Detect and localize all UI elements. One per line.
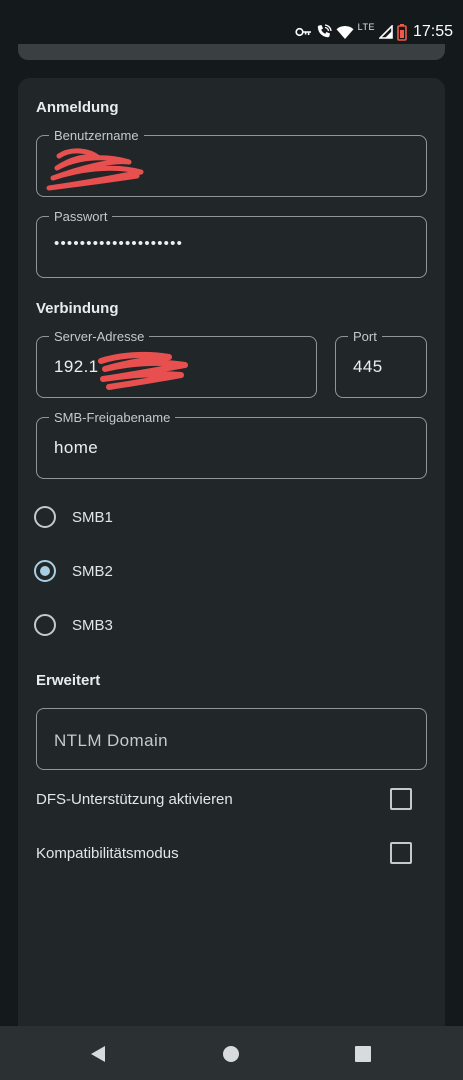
section-title-connection: Verbindung	[36, 300, 119, 317]
back-icon[interactable]	[87, 1043, 109, 1065]
wifi-calling-icon	[316, 24, 332, 40]
password-field[interactable]: Passwort ••••••••••••••••••••	[36, 209, 427, 278]
ntlm-domain-field[interactable]: NTLM Domain	[36, 708, 427, 770]
password-value: ••••••••••••••••••••	[54, 235, 184, 252]
username-field[interactable]: Benutzername	[36, 128, 427, 197]
wifi-icon	[336, 25, 354, 40]
password-label: Passwort	[49, 209, 113, 224]
radio-label: SMB1	[72, 508, 113, 526]
radio-label: SMB3	[72, 616, 113, 634]
port-value: 445	[353, 357, 383, 376]
radio-label: SMB2	[72, 562, 113, 580]
clock: 17:55	[412, 23, 453, 40]
navigation-bar	[0, 1026, 463, 1080]
server-address-field[interactable]: Server-Adresse 192.1	[36, 329, 317, 398]
server-address-value: 192.1	[54, 357, 99, 376]
home-icon[interactable]	[220, 1043, 242, 1065]
battery-icon	[397, 23, 407, 41]
recents-icon[interactable]	[352, 1043, 374, 1065]
dfs-support-checkbox[interactable]	[390, 788, 412, 810]
key-icon	[295, 27, 312, 37]
compat-mode-label: Kompatibilitätsmodus	[36, 844, 179, 862]
port-field[interactable]: Port 445	[335, 329, 427, 398]
server-address-label: Server-Adresse	[49, 329, 150, 344]
dfs-support-row[interactable]: DFS-Unterstützung aktivieren	[36, 787, 412, 811]
compat-mode-row[interactable]: Kompatibilitätsmodus	[36, 841, 412, 865]
status-icons: LTE 17:55	[295, 20, 453, 44]
radio-smb2[interactable]: SMB2	[34, 559, 414, 583]
radio-button[interactable]	[34, 506, 56, 528]
compat-mode-checkbox[interactable]	[390, 842, 412, 864]
redaction-scribble	[98, 351, 188, 390]
radio-smb3[interactable]: SMB3	[34, 613, 414, 637]
redaction-scribble	[46, 148, 144, 191]
section-title-advanced: Erweitert	[36, 672, 101, 689]
radio-button[interactable]	[34, 614, 56, 636]
ntlm-domain-placeholder: NTLM Domain	[54, 731, 168, 750]
smb-share-value: home	[54, 438, 99, 457]
radio-smb1[interactable]: SMB1	[34, 505, 414, 529]
section-title-login: Anmeldung	[36, 99, 119, 116]
smb-share-label: SMB-Freigabename	[49, 410, 176, 425]
dfs-support-label: DFS-Unterstützung aktivieren	[36, 790, 233, 808]
port-label: Port	[348, 329, 382, 344]
radio-button-selected[interactable]	[34, 560, 56, 582]
smb-share-field[interactable]: SMB-Freigabename home	[36, 410, 427, 479]
network-type-label: LTE	[357, 22, 375, 32]
lte-signal-icon	[378, 25, 393, 39]
previous-card-edge	[18, 44, 445, 60]
